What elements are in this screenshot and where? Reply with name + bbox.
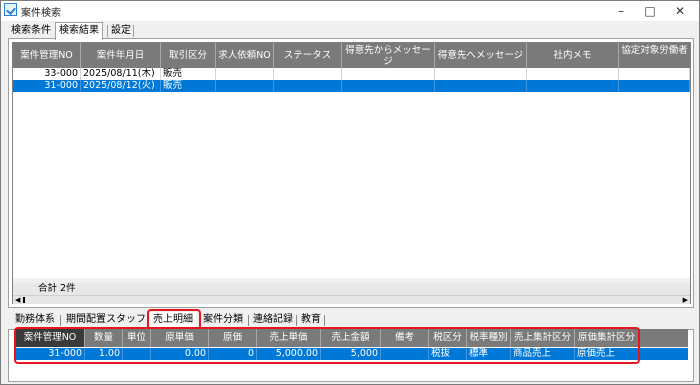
cell-case-date: 2025/08/11(木) xyxy=(81,68,161,80)
col-header-transaction-type[interactable]: 取引区分 xyxy=(161,43,216,68)
col-header-agreement-worker[interactable]: 協定対象労働者 xyxy=(619,43,690,68)
window-title: 案件検索 xyxy=(21,8,61,19)
close-button[interactable]: ✕ xyxy=(665,1,695,21)
detail-tab-bar: 勤務体系 期間配置スタッフ 売上明細 案件分類 連絡記録 教育 xyxy=(15,309,685,330)
tab-divider xyxy=(324,315,325,326)
cell-transaction-type: 販売 xyxy=(161,80,216,92)
cell-message-from-client xyxy=(342,80,435,92)
cell-status xyxy=(274,68,342,80)
app-window: 案件検索 – □ ✕ 検索条件 検索結果 設定 案件管理NO 案件年月日 取引区… xyxy=(0,0,700,385)
cell-message-from-client xyxy=(342,68,435,80)
total-count: 合計 2件 xyxy=(38,283,76,294)
cell-status xyxy=(274,80,342,92)
tab-divider xyxy=(133,25,134,37)
scroll-right-icon[interactable]: ▶ xyxy=(683,297,688,304)
title-bar: 案件検索 – □ ✕ xyxy=(1,1,699,21)
tab-case-category[interactable]: 案件分類 xyxy=(203,312,243,328)
col-header-case-date[interactable]: 案件年月日 xyxy=(81,43,161,68)
tab-divider xyxy=(248,315,249,326)
cell-case-no: 31-000 xyxy=(13,80,81,92)
cell-internal-memo xyxy=(527,80,619,92)
cell-agreement-worker xyxy=(619,68,690,80)
minimize-button[interactable]: – xyxy=(606,1,636,21)
col-header-case-no[interactable]: 案件管理NO xyxy=(13,43,81,68)
results-grid-body: 33-000 2025/08/11(木) 販売 31-000 2025/08/1… xyxy=(13,68,690,278)
sales-detail-grid: 案件管理NO 数量 単位 原単価 原価 売上単価 売上金額 備考 税区分 税率種… xyxy=(14,327,688,365)
cell-transaction-type: 販売 xyxy=(161,68,216,80)
tab-divider xyxy=(296,315,297,326)
results-grid-header: 案件管理NO 案件年月日 取引区分 求人依頼NO ステータス 得意先からメッセー… xyxy=(13,43,690,68)
col-header-job-request-no[interactable]: 求人依頼NO xyxy=(216,43,274,68)
table-row[interactable]: 33-000 2025/08/11(木) 販売 xyxy=(13,68,690,80)
tab-settings[interactable]: 設定 xyxy=(108,23,134,39)
tab-contact-log[interactable]: 連絡記録 xyxy=(253,312,293,328)
col-header-message-to-client[interactable]: 得意先へメッセージ xyxy=(435,43,527,68)
scroll-thumb[interactable] xyxy=(23,297,25,303)
scroll-left-icon[interactable]: ◀ xyxy=(15,297,20,304)
cell-message-to-client xyxy=(435,68,527,80)
tab-search-results[interactable]: 検索結果 xyxy=(55,22,103,40)
total-row: 合計 2件 xyxy=(13,283,690,295)
col-header-status[interactable]: ステータス xyxy=(274,43,342,68)
cell-agreement-worker xyxy=(619,80,690,92)
cell-job-request-no xyxy=(216,80,274,92)
cell-job-request-no xyxy=(216,68,274,80)
tab-work-schedule[interactable]: 勤務体系 xyxy=(15,312,55,328)
col-header-message-from-client[interactable]: 得意先からメッセージ xyxy=(342,43,435,68)
tab-search-conditions[interactable]: 検索条件 xyxy=(8,23,54,39)
cell-case-no: 33-000 xyxy=(13,68,81,80)
highlight-box-detail-grid xyxy=(14,327,640,364)
tab-period-staff[interactable]: 期間配置スタッフ xyxy=(66,312,146,328)
table-row-selected[interactable]: 31-000 2025/08/12(火) 販売 xyxy=(13,80,690,92)
app-check-icon xyxy=(4,3,17,16)
maximize-button[interactable]: □ xyxy=(635,1,665,21)
cell-internal-memo xyxy=(527,68,619,80)
search-results-panel: 案件管理NO 案件年月日 取引区分 求人依頼NO ステータス 得意先からメッセー… xyxy=(8,38,694,308)
results-grid: 案件管理NO 案件年月日 取引区分 求人依頼NO ステータス 得意先からメッセー… xyxy=(12,42,691,304)
cell-message-to-client xyxy=(435,80,527,92)
tab-divider xyxy=(60,315,61,326)
horizontal-scrollbar[interactable]: ◀ ▶ xyxy=(13,295,690,304)
tab-education[interactable]: 教育 xyxy=(301,312,321,328)
col-header-internal-memo[interactable]: 社内メモ xyxy=(527,43,619,68)
top-tab-bar: 検索条件 検索結果 設定 xyxy=(8,22,698,40)
cell-case-date: 2025/08/12(火) xyxy=(81,80,161,92)
